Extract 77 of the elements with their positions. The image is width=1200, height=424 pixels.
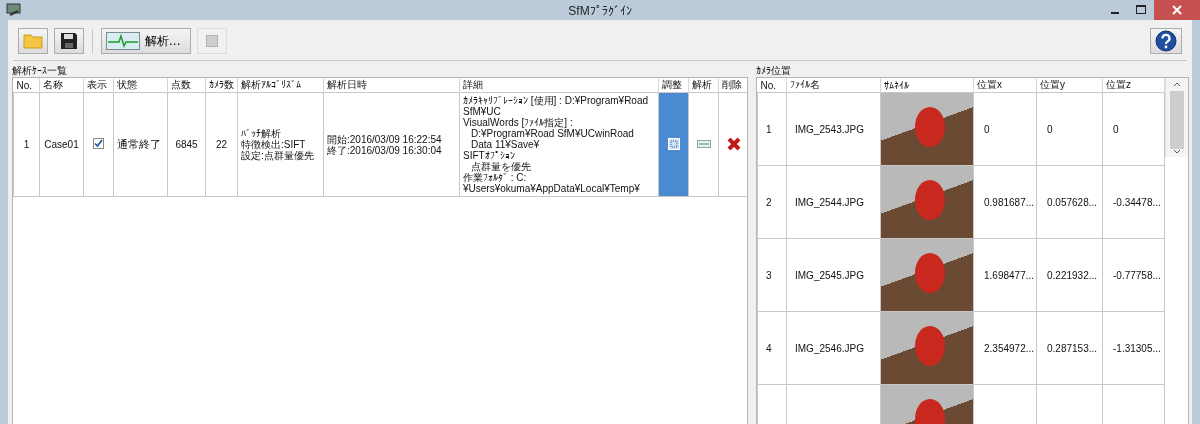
column-header: 解析ｱﾙｺﾞﾘｽﾞﾑ [241, 79, 301, 90]
detail-text: VisualWords [ﾌｧｲﾙ指定] : [463, 117, 573, 128]
column-header: No. [760, 79, 777, 91]
table-cell: 22 [205, 92, 238, 197]
table-cell: IMG_2544.JPG [795, 196, 864, 208]
table-cell: 0.287153... [1047, 342, 1098, 354]
cell-text: 開始:2016/03/09 16:22:54 [327, 133, 443, 145]
column-header: 名称 [43, 79, 63, 90]
checkbox[interactable] [93, 138, 104, 149]
table-cell: 0.057628... [1047, 196, 1098, 208]
cell-text: 設定:点群量優先 [241, 150, 315, 161]
table-cell: 0.981687... [984, 196, 1035, 208]
column-header: 詳細 [463, 79, 483, 90]
column-header: 状態 [117, 79, 137, 90]
analyze-button[interactable]: 解析... [101, 28, 192, 54]
cell-text: ﾊﾞｯﾁ解析 [241, 128, 282, 139]
maximize-icon[interactable] [1136, 5, 1146, 15]
table-cell: 2 [766, 196, 772, 208]
column-header: 点数 [171, 79, 191, 90]
table-cell: IMG_2545.JPG [795, 269, 864, 281]
column-header: ｶﾒﾗ数 [209, 79, 234, 90]
folder-icon [23, 33, 43, 49]
column-header: 位置z [1106, 79, 1131, 90]
table-cell: Case01 [39, 92, 84, 197]
table-cell: 0 [1047, 123, 1053, 135]
detail-text: D:¥Program¥Road SfM¥UCwinRoad Data 11¥Save¥ [470, 128, 635, 150]
help-icon [1155, 30, 1177, 52]
table-cell: -0.77758... [1113, 269, 1161, 281]
column-header: No. [16, 79, 33, 91]
detail-text: ｶﾒﾗｷｬﾘﾌﾞﾚｰｼｮﾝ [使用] : D:¥Program¥Road SfM¥UC [463, 95, 650, 117]
detail-text: SIFTｵﾌﾟｼｮﾝ [463, 150, 516, 161]
column-header: ｻﾑﾈｲﾙ [884, 79, 909, 91]
table-cell: 1 [13, 92, 40, 197]
close-button[interactable] [1154, 0, 1200, 20]
detail-text: 点群量を優先 [470, 161, 532, 172]
detail-text: 作業ﾌｫﾙﾀﾞ : C:¥Users¥okuma¥AppData¥Local¥Temp¥ [463, 172, 641, 194]
column-header: 削除 [722, 79, 742, 90]
square-icon [206, 35, 219, 47]
column-header: 位置x [977, 79, 1002, 90]
scroll-up-icon[interactable] [1173, 82, 1181, 87]
table-cell: 0 [984, 123, 990, 135]
table-cell: 1.698477... [984, 269, 1035, 281]
table-cell: 通常終了 [113, 92, 168, 197]
column-header: 表示 [87, 79, 107, 90]
table-cell: -1.31305... [1113, 342, 1161, 354]
table-cell: 3 [766, 269, 772, 281]
table-cell: IMG_2543.JPG [795, 123, 864, 135]
table-cell: 0 [1113, 123, 1119, 135]
column-header: 解析 [692, 79, 712, 90]
column-header: ﾌｧｲﾙ名 [790, 79, 820, 90]
help-button[interactable] [1150, 28, 1182, 54]
table-cell: 1 [766, 123, 772, 135]
scroll-thumb[interactable] [1170, 91, 1184, 149]
column-header: 調整 [662, 79, 682, 90]
grid-icon[interactable] [667, 137, 680, 150]
cell-text: 終了:2016/03/09 16:30:04 [327, 144, 443, 156]
table-cell: 0.221932... [1047, 269, 1098, 281]
window-title: SfMﾌﾟﾗｸﾞｲﾝ [568, 4, 632, 18]
table-cell: -0.34478... [1113, 196, 1161, 208]
column-header: 解析日時 [327, 79, 367, 90]
scrollbar[interactable] [1165, 78, 1188, 157]
scroll-down-icon[interactable] [1173, 149, 1181, 154]
delete-icon[interactable] [726, 136, 741, 151]
cell-text: 特徴検出:SIFT [241, 139, 307, 150]
column-header: 位置y [1040, 79, 1065, 90]
adjust-cell[interactable] [658, 92, 689, 197]
save-button[interactable] [54, 28, 84, 54]
table-cell: 4 [766, 342, 772, 354]
table-cell: IMG_2546.JPG [795, 342, 864, 354]
table-row[interactable] [13, 92, 747, 197]
close-icon[interactable] [1172, 5, 1182, 15]
table-cell: 6845 [167, 92, 206, 197]
table-cell: 2.354972... [984, 342, 1035, 354]
waveform-icon [106, 32, 140, 50]
app-icon [6, 3, 22, 17]
panel-title: 解析ｹｰｽ一覧 [12, 64, 68, 77]
panel-title: ｶﾒﾗ位置 [756, 64, 792, 77]
